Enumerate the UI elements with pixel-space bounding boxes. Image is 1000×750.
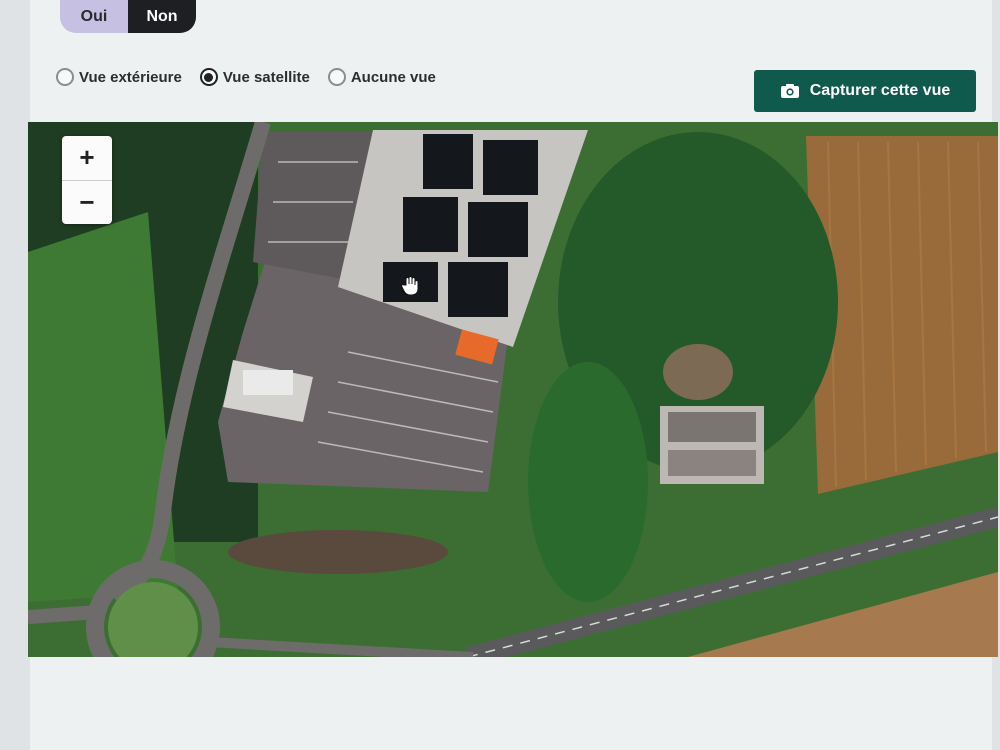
radio-label-aucune: Aucune vue <box>350 68 436 86</box>
toggle-oui-button[interactable]: Oui <box>60 0 128 33</box>
capture-view-label: Capturer cette vue <box>809 82 951 99</box>
satellite-map[interactable] <box>28 122 998 657</box>
zoom-in-button[interactable]: + <box>62 136 112 180</box>
radio-label-satellite: Vue satellite <box>222 68 310 86</box>
toggle-non-button[interactable]: Non <box>128 0 196 33</box>
radio-vue-satellite[interactable]: Vue satellite <box>199 68 310 86</box>
map-zoom-control: + − <box>62 136 112 224</box>
radio-vue-exterieure[interactable]: Vue extérieure <box>56 68 182 86</box>
radio-unchecked-icon[interactable] <box>327 68 346 86</box>
hand-grab-icon <box>401 276 419 296</box>
radio-unchecked-icon[interactable] <box>56 68 74 86</box>
radio-label-exterieure: Vue extérieure <box>79 68 182 86</box>
zoom-out-button[interactable]: − <box>62 179 112 225</box>
radio-checked-icon[interactable] <box>199 68 218 86</box>
radio-aucune-vue[interactable]: Aucune vue <box>327 68 436 86</box>
oui-non-toggle: Oui Non <box>60 0 196 33</box>
camera-icon <box>780 84 799 98</box>
view-radio-group: Vue extérieure Vue satellite Aucune vue <box>56 68 454 86</box>
satellite-imagery <box>28 122 998 657</box>
capture-view-button[interactable]: Capturer cette vue <box>754 70 976 112</box>
